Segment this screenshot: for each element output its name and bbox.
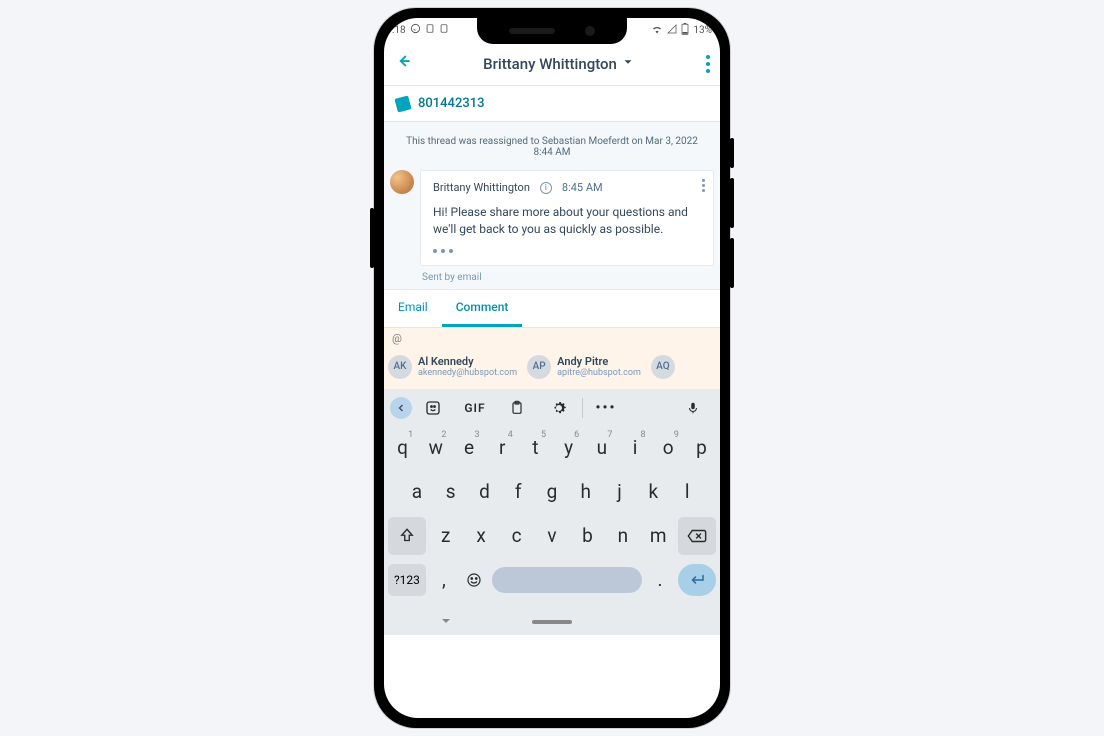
key-d[interactable]: d [470,473,500,511]
message-sender: Brittany Whittington [433,181,530,194]
message-more-button[interactable] [702,179,705,192]
key-m[interactable]: m [643,517,674,555]
app-header: Brittany Whittington [384,42,720,86]
battery-icon [681,23,689,38]
key-k[interactable]: k [638,473,668,511]
message-body: Hi! Please share more about your questio… [433,204,701,239]
contact-name: Al Kennedy [418,355,517,368]
clipboard-icon[interactable] [496,399,538,417]
status-time: :18 [392,25,406,36]
info-icon[interactable]: i [540,182,552,194]
key-t[interactable]: t5 [521,429,550,467]
num-toggle-key[interactable]: ?123 [388,564,426,596]
key-j[interactable]: j [605,473,635,511]
key-s[interactable]: s [436,473,466,511]
doc-icon-2 [439,23,449,37]
key-e[interactable]: e3 [454,429,483,467]
sticker-icon[interactable] [412,399,454,417]
key-l[interactable]: l [672,473,702,511]
whatsapp-icon [410,23,421,37]
android-nav-bar [384,609,720,635]
gif-button[interactable]: GIF [454,401,496,415]
key-u[interactable]: u7 [587,429,616,467]
key-a[interactable]: a [402,473,432,511]
key-z[interactable]: z [430,517,461,555]
avatar[interactable] [390,170,414,194]
thread-area: This thread was reassigned to Sebastian … [384,122,720,289]
message-time: 8:45 AM [562,181,603,194]
key-v[interactable]: v [536,517,567,555]
key-n[interactable]: n [607,517,638,555]
gear-icon[interactable] [538,399,580,417]
reassign-note: This thread was reassigned to Sebastian … [390,130,714,164]
key-c[interactable]: c [501,517,532,555]
contact-name: Andy Pitre [557,355,641,368]
key-y[interactable]: y6 [554,429,583,467]
contact-email: apitre@hubspot.com [557,368,641,378]
key-o[interactable]: o9 [654,429,683,467]
phone-notch [477,18,627,44]
ticket-link[interactable]: 801442313 [384,86,720,122]
more-tools-button[interactable]: ••• [585,400,627,416]
screen: :18 [384,18,720,718]
key-r[interactable]: r4 [488,429,517,467]
key-x[interactable]: x [465,517,496,555]
period-key[interactable]: . [648,561,672,599]
tab-email[interactable]: Email [384,290,442,327]
key-w[interactable]: w2 [421,429,450,467]
contact-avatar: AQ [651,355,675,379]
contact-avatar: AP [527,355,551,379]
contact-suggestions: AK Al Kennedy akennedy@hubspot.com AP An… [384,349,720,389]
chevron-down-icon [621,55,635,73]
message-expand-button[interactable] [433,249,701,253]
doc-icon [425,23,435,37]
wifi-icon [651,24,663,37]
keyboard-toolbar: GIF ••• [384,389,720,427]
back-icon[interactable] [394,52,412,75]
key-f[interactable]: f [503,473,533,511]
keyboard-hide-icon[interactable] [440,615,452,629]
key-i[interactable]: i8 [620,429,649,467]
ticket-number: 801442313 [418,96,485,111]
sent-by-label: Sent by email [422,272,714,283]
mention-input[interactable]: @ [384,328,720,349]
key-q[interactable]: q1 [388,429,417,467]
message-row: Brittany Whittington i 8:45 AM Hi! Pleas… [390,170,714,266]
contact-avatar: AK [388,355,412,379]
key-g[interactable]: g [537,473,567,511]
spacebar-key[interactable] [492,567,642,593]
backspace-key[interactable] [678,517,716,555]
key-h[interactable]: h [571,473,601,511]
enter-key[interactable] [678,564,716,596]
battery-pct: 13% [693,25,712,36]
contact-suggestion[interactable]: AP Andy Pitre apitre@hubspot.com [527,355,641,379]
mic-icon[interactable] [672,399,714,417]
shift-key[interactable] [388,517,426,555]
phone-frame: :18 [374,8,730,728]
more-menu-button[interactable] [706,55,710,73]
tab-comment[interactable]: Comment [442,290,523,327]
header-contact-dropdown[interactable]: Brittany Whittington [412,55,706,73]
home-pill[interactable] [532,620,572,624]
mention-text: @ [392,332,402,345]
key-b[interactable]: b [572,517,603,555]
compose-tabs: Email Comment [384,289,720,328]
contact-suggestion[interactable]: AK Al Kennedy akennedy@hubspot.com [388,355,517,379]
comma-key[interactable]: , [432,561,456,599]
ticket-icon [394,95,411,112]
contact-email: akennedy@hubspot.com [418,368,517,378]
key-p[interactable]: p [687,429,716,467]
emoji-key[interactable] [462,561,486,599]
contact-name: Brittany Whittington [483,55,617,73]
message-card[interactable]: Brittany Whittington i 8:45 AM Hi! Pleas… [420,170,714,266]
keyboard: GIF ••• q1w2e3r4t5y6u7i8o9p asdfghjkl [384,389,720,635]
signal-icon [667,24,677,37]
keyboard-collapse-button[interactable] [390,397,412,419]
contact-suggestion[interactable]: AQ [651,355,675,379]
